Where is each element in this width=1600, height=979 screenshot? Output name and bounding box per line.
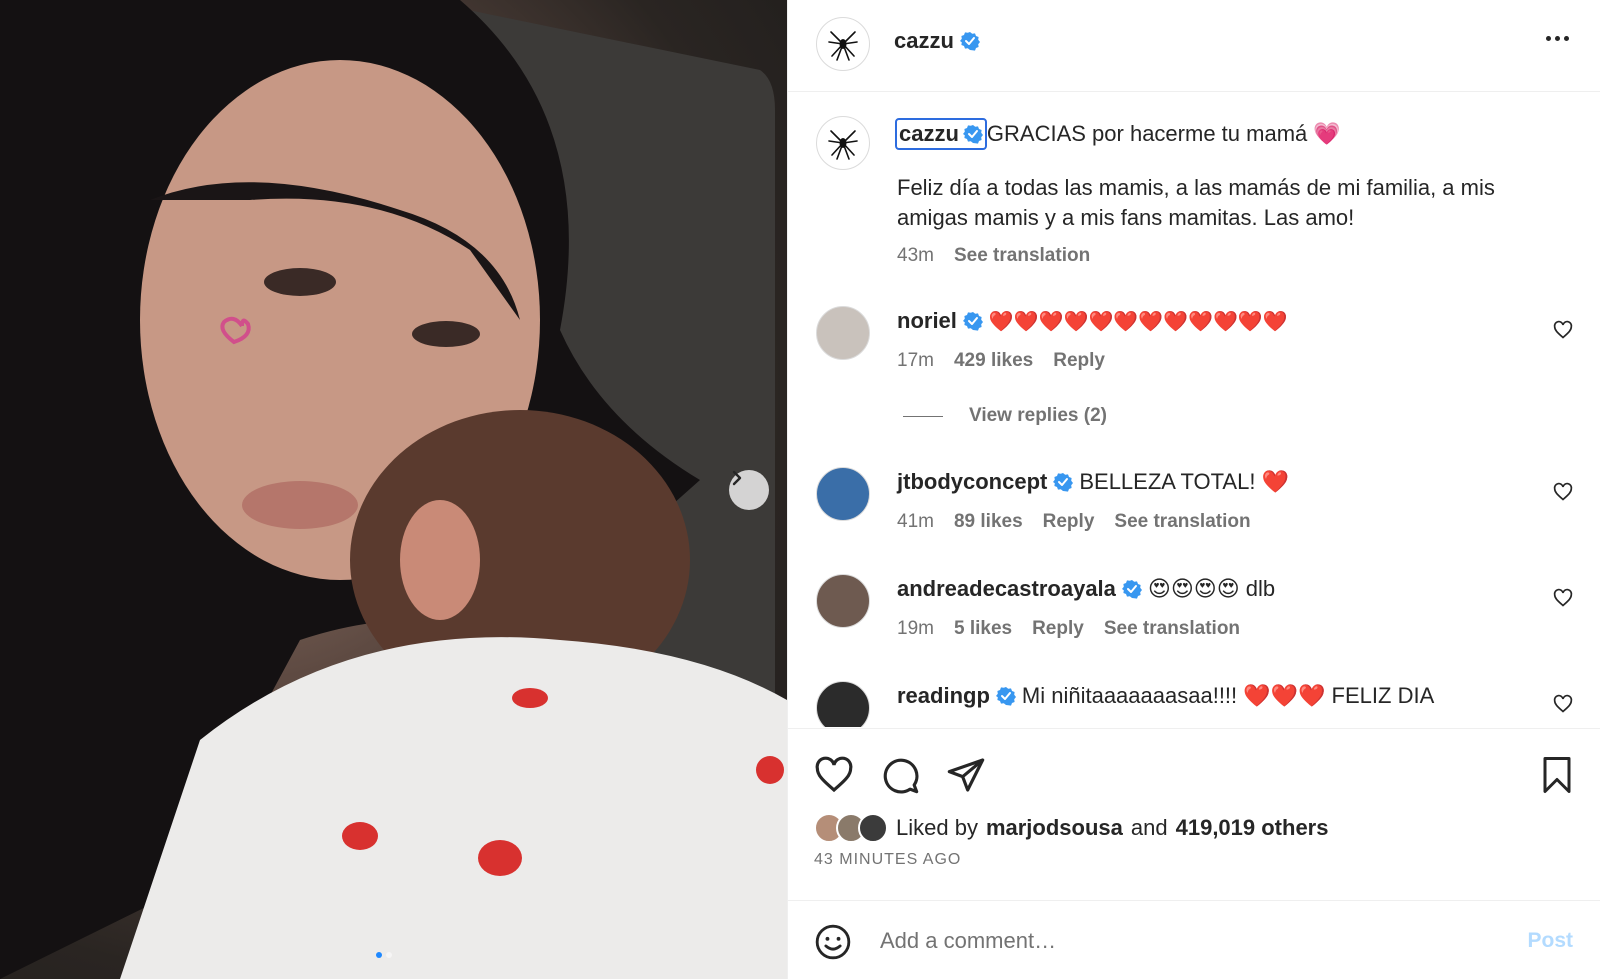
chevron-right-icon bbox=[732, 470, 742, 486]
caption-author-link[interactable]: cazzu bbox=[895, 118, 987, 150]
spider-logo-icon bbox=[828, 130, 858, 160]
comment-likes[interactable]: 89 likes bbox=[954, 511, 1023, 533]
author-avatar[interactable] bbox=[816, 17, 870, 71]
comment-text: ❤️❤️❤️❤️❤️❤️❤️❤️❤️❤️❤️❤️ bbox=[988, 309, 1288, 333]
post-actions: Liked by marjodsousa and 419,019 others … bbox=[788, 728, 1600, 900]
comment-timestamp[interactable]: 41m bbox=[897, 511, 934, 533]
more-options-button[interactable] bbox=[1544, 30, 1571, 47]
view-replies-label[interactable]: View replies (2) bbox=[969, 405, 1107, 427]
comment-meta: 41m 89 likes Reply See translation bbox=[897, 511, 1251, 533]
dot-icon bbox=[1546, 36, 1551, 41]
comment-jtbodyconcept: jtbodyconcept BELLEZA TOTAL! ❤️ bbox=[897, 467, 1289, 497]
commenter-avatar[interactable] bbox=[816, 467, 870, 521]
liker-avatars bbox=[814, 813, 888, 843]
comment-meta: 19m 5 likes Reply See translation bbox=[897, 618, 1240, 640]
action-buttons bbox=[814, 755, 986, 795]
like-comment-heart-icon[interactable] bbox=[1553, 694, 1573, 714]
header-author[interactable]: cazzu bbox=[894, 28, 980, 54]
comment-likes[interactable]: 429 likes bbox=[954, 350, 1033, 372]
comment-readingp: readingp Mi niñitaaaaaaasaa!!!! ❤️❤️❤️ F… bbox=[897, 681, 1434, 711]
verified-badge-icon bbox=[1053, 473, 1074, 492]
view-replies-button[interactable]: View replies (2) bbox=[903, 405, 1107, 427]
comment-timestamp[interactable]: 19m bbox=[897, 618, 934, 640]
comment-username[interactable]: noriel bbox=[897, 308, 957, 334]
carousel-dot bbox=[386, 952, 392, 958]
comment-bubble-icon[interactable] bbox=[880, 755, 920, 795]
comment-meta: 17m 429 likes Reply bbox=[897, 350, 1105, 372]
post-header: cazzu bbox=[788, 0, 1600, 92]
like-comment-heart-icon[interactable] bbox=[1553, 320, 1573, 340]
dot-icon bbox=[1564, 36, 1569, 41]
caption-body: Feliz día a todas las mamis, a las mamás… bbox=[897, 175, 1495, 230]
verified-badge-icon bbox=[959, 32, 980, 51]
carousel-indicator bbox=[376, 952, 392, 958]
reply-button[interactable]: Reply bbox=[1043, 511, 1095, 533]
photo-illustration bbox=[0, 0, 787, 979]
likes-summary: Liked by marjodsousa and 419,019 others bbox=[814, 813, 1328, 843]
see-translation-link[interactable]: See translation bbox=[1114, 511, 1250, 533]
caption-author-avatar[interactable] bbox=[816, 116, 870, 170]
comment-text: BELLEZA TOTAL! ❤️ bbox=[1079, 469, 1289, 494]
commenter-avatar[interactable] bbox=[816, 574, 870, 628]
like-comment-heart-icon[interactable] bbox=[1553, 588, 1573, 608]
add-comment-bar: Post bbox=[788, 900, 1600, 979]
post-timestamp[interactable]: 43 MINUTES AGO bbox=[814, 851, 961, 869]
comment-text: Mi niñitaaaaaaasaa!!!! ❤️❤️❤️ FELIZ DIA bbox=[1021, 683, 1435, 708]
carousel-dot-active bbox=[376, 952, 382, 958]
verified-badge-icon bbox=[1121, 580, 1142, 599]
verified-badge-icon bbox=[962, 312, 983, 331]
caption-first-line: cazzu GRACIAS por hacerme tu mamá 💗 bbox=[895, 118, 1341, 150]
comment-noriel: noriel ❤️❤️❤️❤️❤️❤️❤️❤️❤️❤️❤️❤️ bbox=[897, 306, 1288, 336]
reply-button[interactable]: Reply bbox=[1053, 350, 1105, 372]
caption-timestamp[interactable]: 43m bbox=[897, 245, 934, 267]
liked-by-prefix: Liked by bbox=[896, 815, 978, 840]
liker-avatar[interactable] bbox=[858, 813, 888, 843]
post-comment-button[interactable]: Post bbox=[1527, 929, 1573, 953]
caption-meta: 43m See translation bbox=[897, 245, 1090, 267]
verified-badge-icon bbox=[962, 125, 983, 144]
commenter-avatar[interactable] bbox=[816, 306, 870, 360]
caption-author-username[interactable]: cazzu bbox=[899, 121, 959, 147]
author-username[interactable]: cazzu bbox=[894, 28, 954, 54]
commenter-avatar[interactable] bbox=[816, 681, 870, 727]
share-paper-plane-icon[interactable] bbox=[946, 755, 986, 795]
emoji-picker-icon[interactable] bbox=[814, 923, 852, 961]
reply-button[interactable]: Reply bbox=[1032, 618, 1084, 640]
replies-divider bbox=[903, 415, 943, 417]
likes-count[interactable]: 419,019 others bbox=[1176, 815, 1329, 841]
comment-username[interactable]: readingp bbox=[897, 683, 990, 709]
comment-text: 😍😍😍😍 dlb bbox=[1147, 576, 1276, 601]
comment-likes[interactable]: 5 likes bbox=[954, 618, 1012, 640]
post-photo bbox=[0, 0, 787, 979]
post-sidebar: cazzu cazzu GRACIAS por hacerme tu mamá … bbox=[787, 0, 1600, 979]
caption-title: GRACIAS por hacerme tu mamá 💗 bbox=[986, 121, 1341, 146]
comments-list[interactable]: cazzu GRACIAS por hacerme tu mamá 💗 Feli… bbox=[788, 93, 1600, 727]
save-bookmark-icon[interactable] bbox=[1539, 755, 1575, 795]
liked-by-user[interactable]: marjodsousa bbox=[986, 815, 1123, 841]
comment-andreadecastroayala: andreadecastroayala 😍😍😍😍 dlb bbox=[897, 574, 1275, 604]
comment-username[interactable]: jtbodyconcept bbox=[897, 469, 1047, 495]
comment-input[interactable] bbox=[880, 923, 1500, 959]
liked-by-and: and bbox=[1130, 815, 1168, 840]
see-translation-link[interactable]: See translation bbox=[954, 245, 1090, 267]
like-heart-icon[interactable] bbox=[814, 755, 854, 795]
dot-icon bbox=[1555, 36, 1560, 41]
comment-username[interactable]: andreadecastroayala bbox=[897, 576, 1116, 602]
next-photo-button[interactable] bbox=[729, 470, 769, 510]
spider-logo-icon bbox=[828, 31, 858, 61]
like-comment-heart-icon[interactable] bbox=[1553, 482, 1573, 502]
verified-badge-icon bbox=[995, 687, 1016, 706]
comment-timestamp[interactable]: 17m bbox=[897, 350, 934, 372]
see-translation-link[interactable]: See translation bbox=[1104, 618, 1240, 640]
